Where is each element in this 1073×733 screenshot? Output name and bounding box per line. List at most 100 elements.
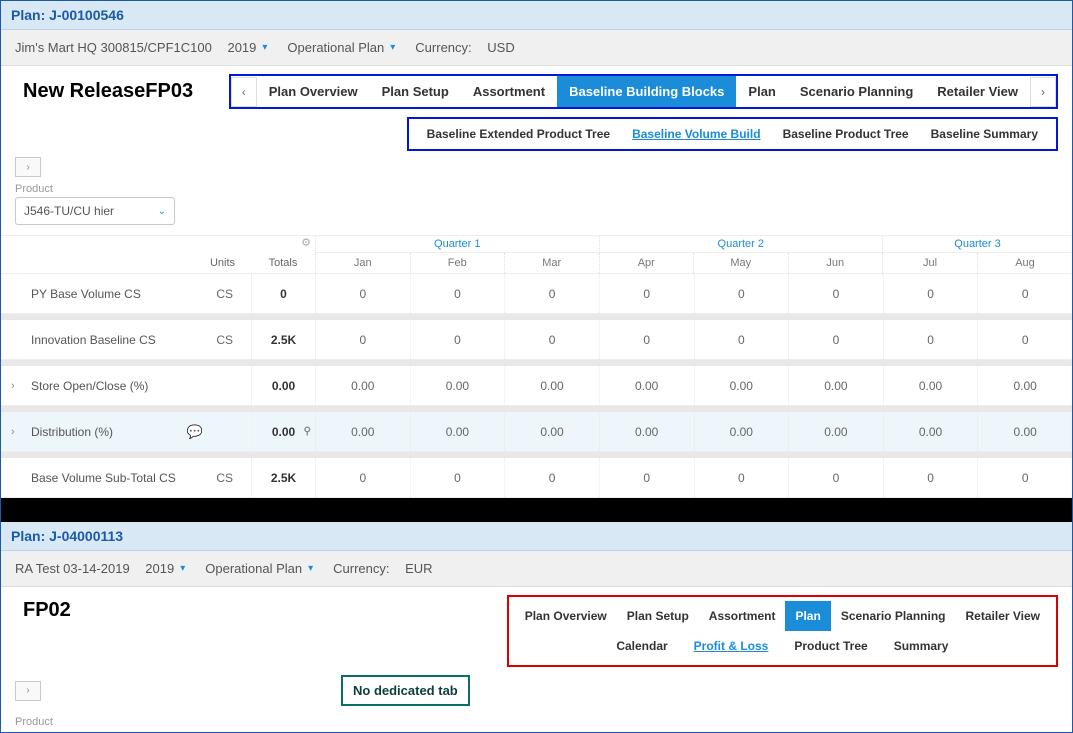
grid-cell[interactable]: 0.00 xyxy=(315,366,410,405)
tab-retailer-view[interactable]: Retailer View xyxy=(956,601,1050,631)
grid-cell[interactable]: 0.00 xyxy=(788,412,883,451)
grid-cell[interactable]: 0 xyxy=(410,320,505,359)
tab-plan-setup[interactable]: Plan Setup xyxy=(370,76,461,107)
grid-cell[interactable]: 0 xyxy=(977,274,1072,313)
table-row: Base Volume Sub-Total CSCS2.5K00000000 xyxy=(1,458,1072,498)
comment-icon[interactable]: 💬 xyxy=(187,424,203,440)
grid-cell[interactable]: 0 xyxy=(599,320,694,359)
tab-plan[interactable]: Plan xyxy=(736,76,787,107)
grid-cell[interactable]: 0.00 xyxy=(883,412,978,451)
tabs-scroll-right[interactable]: › xyxy=(1030,77,1056,107)
grid-cell[interactable]: 0 xyxy=(694,274,789,313)
month-header: Apr xyxy=(599,253,694,273)
grid-cell[interactable]: 0.00 xyxy=(694,412,789,451)
tab-plan-overview[interactable]: Plan Overview xyxy=(257,76,370,107)
grid-cell[interactable]: 0.00 xyxy=(883,366,978,405)
chevron-down-icon: ▾ xyxy=(390,42,395,53)
grid-cell[interactable]: 0 xyxy=(694,320,789,359)
upper-toolbar: Jim's Mart HQ 300815/CPF1C100 2019 ▾ Ope… xyxy=(1,30,1072,66)
grid-cell[interactable]: 0.00 xyxy=(410,366,505,405)
subtab-calendar[interactable]: Calendar xyxy=(616,639,667,653)
subtab-baseline-product-tree[interactable]: Baseline Product Tree xyxy=(783,127,909,141)
page-title-lower: Plan: J-04000113 xyxy=(1,522,1072,551)
grid-cell[interactable]: 0.00 xyxy=(504,366,599,405)
tab-plan-setup[interactable]: Plan Setup xyxy=(617,601,699,631)
row-units: CS xyxy=(203,287,243,301)
grid-cell[interactable]: 0.00 xyxy=(504,412,599,451)
no-dedicated-tab-callout: No dedicated tab xyxy=(341,675,470,706)
month-header: May xyxy=(693,253,788,273)
grid-cell[interactable]: 0 xyxy=(788,320,883,359)
grid-cell[interactable]: 0 xyxy=(599,458,694,497)
grid-cell[interactable]: 0 xyxy=(977,458,1072,497)
tab-baseline-building-blocks[interactable]: Baseline Building Blocks xyxy=(557,76,736,107)
row-total: 0 xyxy=(251,274,315,313)
subtab-baseline-summary[interactable]: Baseline Summary xyxy=(931,127,1038,141)
expand-row-icon[interactable]: › xyxy=(11,380,15,392)
expand-row-icon[interactable]: › xyxy=(11,426,15,438)
chevron-down-icon: ▾ xyxy=(262,42,267,53)
tab-retailer-view[interactable]: Retailer View xyxy=(925,76,1030,107)
table-row: PY Base Volume CSCS000000000 xyxy=(1,274,1072,314)
grid-cell[interactable]: 0 xyxy=(410,274,505,313)
grid-cell[interactable]: 0.00 xyxy=(599,412,694,451)
main-tabs-lower-highlight: Plan Overview Plan Setup Assortment Plan… xyxy=(507,595,1058,667)
tab-assortment[interactable]: Assortment xyxy=(461,76,557,107)
gear-icon[interactable]: ⚙ xyxy=(301,236,311,249)
grid-cell[interactable]: 0.00 xyxy=(788,366,883,405)
release-banner-lower: FP02 xyxy=(15,595,79,626)
tabs-scroll-left[interactable]: ‹ xyxy=(231,77,257,107)
grid-cell[interactable]: 0 xyxy=(599,274,694,313)
row-total: 0.00 xyxy=(251,366,315,405)
subtab-product-tree[interactable]: Product Tree xyxy=(794,639,867,653)
row-name: Base Volume Sub-Total CS xyxy=(31,471,203,485)
row-name: Store Open/Close (%) xyxy=(31,379,203,393)
grid-cell[interactable]: 0 xyxy=(883,458,978,497)
grid-cell[interactable]: 0 xyxy=(315,274,410,313)
plan-type-selector[interactable]: Operational Plan ▾ xyxy=(287,40,395,55)
chevron-down-icon: ▾ xyxy=(180,563,185,574)
grid-cell[interactable]: 0 xyxy=(315,458,410,497)
grid-cell[interactable]: 0.00 xyxy=(977,366,1072,405)
subtab-baseline-volume-build[interactable]: Baseline Volume Build xyxy=(632,127,760,141)
row-total: 2.5K xyxy=(251,458,315,497)
grid-cell[interactable]: 0 xyxy=(504,320,599,359)
expand-panel-button[interactable]: › xyxy=(15,157,41,177)
subtab-summary[interactable]: Summary xyxy=(894,639,949,653)
tab-scenario-planning[interactable]: Scenario Planning xyxy=(788,76,925,107)
grid-cell[interactable]: 0 xyxy=(977,320,1072,359)
grid-cell[interactable]: 0 xyxy=(504,274,599,313)
grid-cell[interactable]: 0 xyxy=(883,320,978,359)
subtab-baseline-extended-product-tree[interactable]: Baseline Extended Product Tree xyxy=(427,127,610,141)
row-units: CS xyxy=(203,471,243,485)
grid-cell[interactable]: 0 xyxy=(694,458,789,497)
tab-plan-overview[interactable]: Plan Overview xyxy=(515,601,617,631)
grid-cell[interactable]: 0.00 xyxy=(410,412,505,451)
row-name: Distribution (%) xyxy=(31,425,181,439)
currency-label: Currency: USD xyxy=(415,40,514,55)
product-dropdown[interactable]: J546-TU/CU hier ⌄ xyxy=(15,197,175,225)
tab-plan[interactable]: Plan xyxy=(785,601,830,631)
divider-bar xyxy=(1,498,1072,522)
grid-cell[interactable]: 0 xyxy=(883,274,978,313)
customer-selector[interactable]: Jim's Mart HQ 300815/CPF1C100 2019 ▾ xyxy=(15,40,267,55)
magnify-icon[interactable]: ⚲ xyxy=(304,426,311,437)
grid-cell[interactable]: 0.00 xyxy=(315,412,410,451)
grid-cell[interactable]: 0.00 xyxy=(977,412,1072,451)
expand-panel-button[interactable]: › xyxy=(15,681,41,701)
grid-cell[interactable]: 0 xyxy=(410,458,505,497)
grid-cell[interactable]: 0 xyxy=(788,458,883,497)
grid-cell[interactable]: 0.00 xyxy=(599,366,694,405)
grid-cell[interactable]: 0 xyxy=(315,320,410,359)
tab-scenario-planning[interactable]: Scenario Planning xyxy=(831,601,956,631)
subtab-profit-loss[interactable]: Profit & Loss xyxy=(694,639,769,653)
customer-selector[interactable]: RA Test 03-14-2019 2019 ▾ xyxy=(15,561,185,576)
month-header: Jan xyxy=(315,253,410,273)
grid-cell[interactable]: 0.00 xyxy=(694,366,789,405)
month-header: Aug xyxy=(977,253,1072,273)
plan-type-selector[interactable]: Operational Plan ▾ xyxy=(205,561,313,576)
tab-assortment[interactable]: Assortment xyxy=(699,601,786,631)
row-name: Innovation Baseline CS xyxy=(31,333,203,347)
grid-cell[interactable]: 0 xyxy=(504,458,599,497)
grid-cell[interactable]: 0 xyxy=(788,274,883,313)
